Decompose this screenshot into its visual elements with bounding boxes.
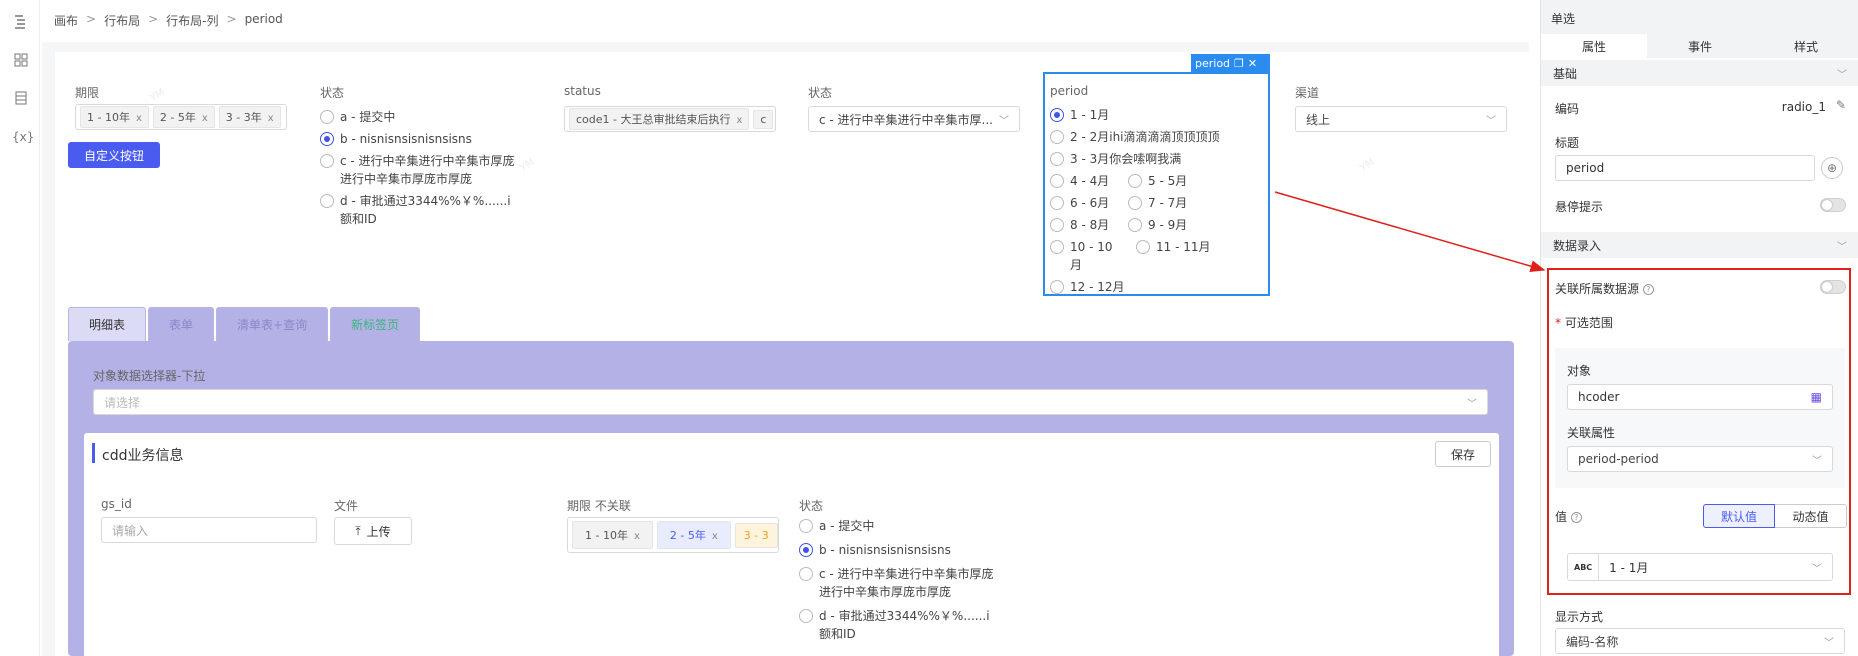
radio-option[interactable]: c - 进行中辛集进行中辛集市厚庞进行中辛集市厚庞市厚庞 (799, 565, 999, 601)
breadcrumb-item[interactable]: 画布 (54, 12, 78, 32)
tooltip-label: 悬停提示 (1555, 200, 1604, 214)
breadcrumb-item[interactable]: 行布局-列 (166, 12, 218, 32)
radio-option[interactable]: 6 - 6月 (1050, 194, 1110, 212)
radio-option[interactable]: 9 - 9月 (1128, 216, 1187, 234)
datasource-icon[interactable] (12, 90, 30, 108)
tab-form[interactable]: 表单 (148, 307, 215, 341)
custom-button[interactable]: 自定义按钮 (68, 142, 160, 168)
status-label: 状态 (320, 86, 345, 100)
tooltip-toggle[interactable] (1820, 198, 1846, 212)
annotation-box (1547, 268, 1851, 595)
tab-detail-table[interactable]: 明细表 (68, 307, 147, 341)
radio-option[interactable]: 11 - 11月 (1136, 238, 1211, 274)
tag: code1 - 大王总审批结束后执行 x (569, 108, 750, 130)
status-en-tag-input[interactable]: code1 - 大王总审批结束后执行 x c (564, 106, 776, 132)
code-label: 编码 (1555, 102, 1580, 116)
save-button[interactable]: 保存 (1435, 441, 1491, 467)
period-label: period (1050, 84, 1089, 98)
tab-events[interactable]: 事件 (1647, 34, 1753, 58)
variables-icon[interactable]: {x} (12, 128, 34, 146)
breadcrumb: 画布 > 行布局 > 行布局-列 > period (54, 12, 283, 32)
selected-component-badge: period ❐ ✕ (1191, 54, 1270, 73)
tab-content: 对象数据选择器-下拉 请选择 ﹀ cdd业务信息 保存 gs_id 请输入 文件 … (68, 341, 1514, 656)
term-tag-input[interactable]: 1 - 10年 x 2 - 5年 x 3 - 3年 x (75, 104, 287, 130)
title-input[interactable]: period (1555, 155, 1815, 181)
tab-new[interactable]: 新标签页 (330, 307, 421, 341)
gs-id-input[interactable]: 请输入 (101, 517, 317, 543)
radio-option[interactable]: 10 - 10月 (1050, 238, 1118, 274)
radio-option[interactable]: 12 - 12月 (1050, 278, 1265, 296)
radio-option[interactable]: c - 进行中辛集进行中辛集市厚庞进行中辛集市厚庞市厚庞 (320, 152, 520, 188)
radio-option[interactable]: 4 - 4月 (1050, 172, 1110, 190)
radio-option[interactable]: 2 - 2月ihi滴滴滴滴顶顶顶顶 (1050, 128, 1265, 146)
radio-option[interactable]: 5 - 5月 (1128, 172, 1187, 190)
display-label: 显示方式 (1555, 610, 1604, 624)
radio-option[interactable]: b - nisnisnsisnisnsisns (799, 541, 999, 559)
term2-tag-input[interactable]: 1 - 10年 x 2 - 5年 x 3 - 3 (567, 517, 779, 553)
tab-styles[interactable]: 样式 (1753, 34, 1858, 58)
panel-tabs: 属性 事件 样式 (1541, 34, 1858, 58)
tag: 3 - 3年 x (218, 106, 281, 128)
chevron-down-icon: ﹀ (999, 115, 1009, 127)
tag: 1 - 10年 x (572, 521, 653, 549)
edit-icon[interactable]: ✎ (1836, 98, 1846, 112)
gs-id-label: gs_id (101, 497, 132, 511)
breadcrumb-item: period (244, 12, 283, 26)
radio-option[interactable]: 1 - 1月 (1050, 106, 1265, 124)
chevron-down-icon: ﹀ (1824, 637, 1834, 649)
data-entry-section-header[interactable]: 数据录入 ﹀ (1541, 232, 1858, 258)
left-rail: {x} (0, 0, 40, 656)
tag: 1 - 10年 x (80, 106, 149, 128)
object-selector-select[interactable]: 请选择 ﹀ (93, 389, 1488, 415)
term-label: 期限 (75, 86, 100, 100)
outline-icon[interactable] (12, 14, 30, 32)
copy-icon[interactable]: ❐ (1234, 57, 1244, 70)
radio-option[interactable]: 7 - 7月 (1128, 194, 1187, 212)
radio-option[interactable]: d - 审批通过3344%%￥%......i额和ID (799, 607, 999, 643)
tab-bar: 明细表 表单 清单表+查询 新标签页 (68, 307, 421, 341)
chevron-down-icon: ﹀ (1837, 241, 1847, 253)
upload-icon: ⤒ (355, 523, 361, 538)
status-en-label: status (564, 84, 601, 98)
tag: 2 - 5年 x (152, 106, 215, 128)
breadcrumb-item[interactable]: 行布局 (104, 12, 140, 32)
radio-option[interactable]: 8 - 8月 (1050, 216, 1110, 234)
channel-select[interactable]: 线上 ﹀ (1295, 106, 1507, 132)
chevron-down-icon: ﹀ (1837, 69, 1847, 81)
radio-option[interactable]: a - 提交中 (799, 517, 999, 535)
tag: c (753, 109, 774, 129)
radio-option[interactable]: b - nisnisnsisnisnsisns (320, 130, 520, 148)
panel-title: 单选 (1551, 12, 1576, 26)
basic-section-header[interactable]: 基础 ﹀ (1541, 60, 1858, 86)
status-radio-group: a - 提交中 b - nisnisnsisnisnsisns c - 进行中辛… (799, 517, 999, 643)
tab-properties[interactable]: 属性 (1541, 34, 1647, 58)
term2-label: 期限 不关联 (567, 499, 631, 513)
tag: 2 - 5年 x (656, 521, 731, 549)
tag: 3 - 3 (734, 522, 778, 548)
code-value: radio_1 (1781, 100, 1826, 114)
section-title: cdd业务信息 (102, 448, 184, 464)
title-label: 标题 (1555, 136, 1580, 150)
period-radio-field[interactable]: period 1 - 1月 2 - 2月ihi滴滴滴滴顶顶顶顶 3 - 3月你会… (1043, 72, 1270, 296)
close-icon[interactable]: ✕ (1248, 57, 1257, 70)
status2-label: 状态 (808, 86, 833, 100)
chevron-down-icon: ﹀ (1467, 398, 1477, 410)
radio-option[interactable]: d - 审批通过3344%%￥%......i额和ID (320, 192, 520, 228)
file-label: 文件 (334, 499, 359, 513)
status2-select[interactable]: c - 进行中辛集进行中辛集市厚... ﹀ (808, 106, 1020, 132)
chevron-down-icon: ﹀ (1486, 115, 1496, 127)
radio-option[interactable]: 3 - 3月你会嗦啊我满 (1050, 150, 1265, 168)
radio-option[interactable]: a - 提交中 (320, 108, 520, 126)
status-label: 状态 (799, 499, 824, 513)
upload-button[interactable]: ⤒ 上传 (334, 517, 412, 545)
section-accent (92, 443, 95, 463)
display-select[interactable]: 编码-名称 ﹀ (1555, 628, 1845, 654)
globe-icon[interactable]: ⊕ (1821, 157, 1843, 179)
status-radio-group: a - 提交中 b - nisnisnsisnisnsisns c - 进行中辛… (320, 108, 520, 228)
section-card: cdd业务信息 保存 gs_id 请输入 文件 ⤒ 上传 期限 不关联 1 - 1… (84, 433, 1499, 656)
components-icon[interactable] (12, 52, 30, 70)
channel-label: 渠道 (1295, 86, 1320, 100)
object-selector-label: 对象数据选择器-下拉 (93, 369, 206, 383)
tab-list-query[interactable]: 清单表+查询 (216, 307, 329, 341)
